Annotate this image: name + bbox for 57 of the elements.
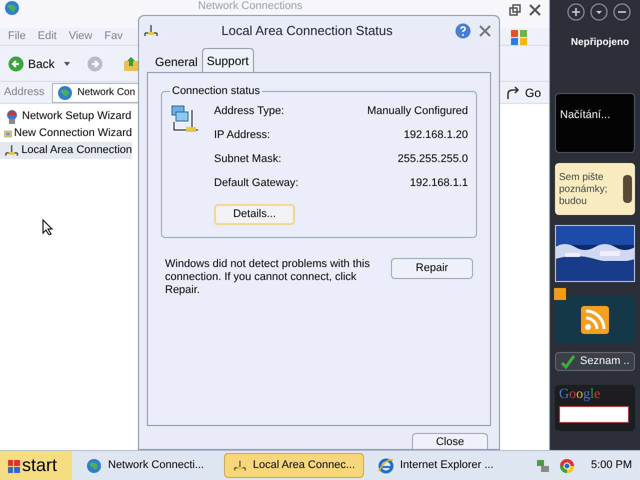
search-logo: Google bbox=[559, 386, 600, 403]
globe-icon bbox=[57, 84, 74, 100]
details-button[interactable]: Details... bbox=[214, 204, 295, 224]
browser-icon bbox=[378, 458, 394, 474]
dialog-title: Local Area Connection Status bbox=[220, 22, 394, 40]
help-icon[interactable] bbox=[455, 23, 471, 39]
close-button[interactable]: Close bbox=[412, 433, 488, 449]
field-label: Address Type: bbox=[214, 104, 284, 120]
field-value: Manually Configured bbox=[367, 104, 468, 120]
start-button[interactable]: start bbox=[0, 450, 72, 480]
note-text: Sem pište poznámky; budou bbox=[559, 172, 608, 209]
clock: 5:00 PM bbox=[591, 458, 632, 474]
repair-button[interactable]: Repair bbox=[391, 258, 473, 278]
restore-icon[interactable] bbox=[509, 4, 521, 16]
caret-icon[interactable] bbox=[590, 3, 608, 21]
add-icon[interactable] bbox=[567, 3, 585, 21]
field-label: Subnet Mask: bbox=[214, 152, 282, 168]
list-label: Seznam .. bbox=[580, 354, 630, 370]
close-icon[interactable] bbox=[529, 4, 541, 16]
loading-text: Načítání... bbox=[560, 109, 610, 121]
windows-flag-icon bbox=[8, 458, 20, 474]
taskbar-button[interactable]: Internet Explorer ... bbox=[370, 453, 510, 478]
address-label: Address bbox=[4, 85, 44, 100]
globe-icon bbox=[86, 458, 102, 474]
check-icon bbox=[560, 354, 576, 370]
window-title: Network Connections bbox=[198, 0, 303, 13]
connection-item[interactable]: Local Area Connection bbox=[0, 142, 132, 159]
diagnosis-message: Windows did not detect problems with this connection. If you cannot connect, click Repair. bbox=[165, 258, 371, 296]
field-label: Default Gateway: bbox=[214, 176, 298, 192]
up-folder-icon[interactable] bbox=[122, 56, 139, 72]
field-value: 192.168.1.1 bbox=[410, 176, 468, 192]
search-field[interactable] bbox=[559, 406, 629, 423]
network-tray-icon[interactable] bbox=[535, 458, 552, 474]
back-button[interactable]: Back bbox=[8, 54, 55, 72]
chrome-tray-icon[interactable] bbox=[559, 458, 576, 474]
connection-item[interactable]: New Connection Wizard bbox=[0, 125, 132, 142]
network-icon bbox=[4, 142, 20, 158]
go-arrow-icon bbox=[504, 84, 521, 100]
close-icon[interactable] bbox=[479, 25, 491, 37]
scroll-bar bbox=[623, 175, 632, 203]
connection-status: Nepřipojeno bbox=[570, 36, 630, 50]
connection-item[interactable]: Network Setup Wizard bbox=[0, 108, 132, 125]
field-value: 192.168.1.20 bbox=[404, 128, 468, 144]
minus-icon[interactable] bbox=[613, 3, 631, 21]
network-icon bbox=[143, 23, 159, 39]
tab[interactable]: Support bbox=[202, 48, 254, 72]
go-button[interactable]: Go bbox=[504, 84, 541, 102]
globe-icon bbox=[4, 0, 20, 16]
group-title: Connection status bbox=[171, 84, 262, 99]
tab[interactable]: General bbox=[151, 52, 202, 72]
taskbar-button[interactable]: Network Connecti... bbox=[78, 453, 218, 478]
field-value: 255.255.255.0 bbox=[398, 152, 468, 168]
taskbar-button[interactable]: Local Area Connec... bbox=[224, 453, 364, 478]
list-gadget[interactable]: Seznam .. bbox=[555, 352, 635, 371]
caret-icon[interactable] bbox=[62, 60, 71, 68]
mouse-cursor-icon bbox=[42, 219, 54, 235]
field-label: IP Address: bbox=[214, 128, 270, 144]
